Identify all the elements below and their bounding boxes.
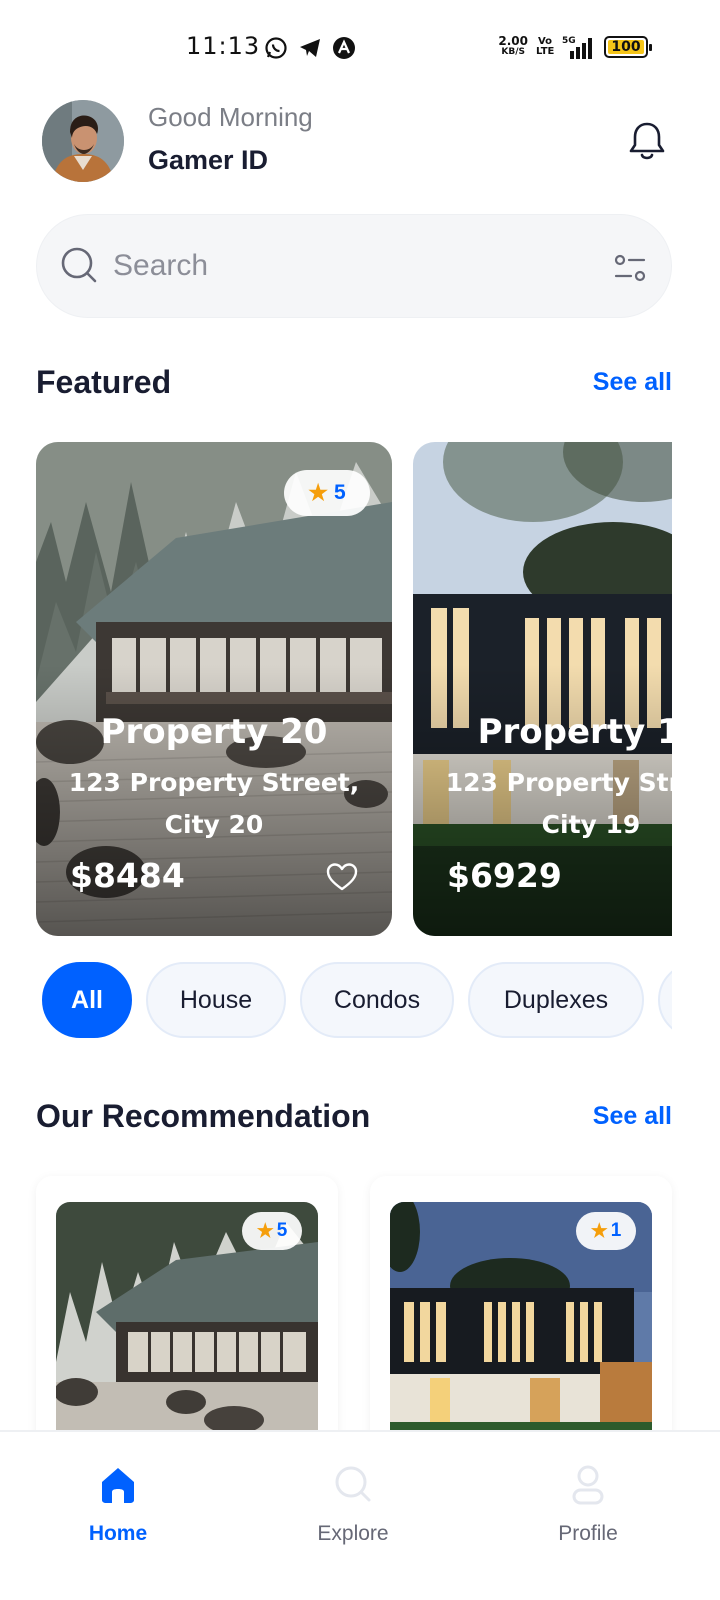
- property-price: $6929: [447, 856, 562, 895]
- property-address: 123 Property Street, City 20: [68, 768, 360, 839]
- home-icon: [102, 1468, 134, 1503]
- status-bar: 11:13 2.00 KB/S Vo LTE 5G 100: [0, 0, 720, 90]
- volte-indicator: Vo LTE: [536, 36, 555, 57]
- category-chip-house[interactable]: House: [146, 962, 286, 1038]
- filter-icon[interactable]: [613, 251, 647, 285]
- rating-value: 5: [276, 1220, 288, 1241]
- battery-icon: 100: [604, 36, 652, 58]
- recommendation-title: Our Recommendation: [36, 1098, 371, 1134]
- star-icon: ★: [256, 1220, 274, 1242]
- username: Gamer ID: [148, 145, 269, 175]
- featured-title: Featured: [36, 364, 172, 400]
- property-address: 123 Property Street, City 19: [445, 768, 672, 839]
- property-price: $8484: [70, 856, 185, 895]
- avatar-image: [42, 100, 124, 182]
- star-icon: ★: [590, 1220, 608, 1242]
- category-filter: All House Condos Duplexes: [42, 962, 672, 1038]
- search-icon: [61, 247, 97, 283]
- star-icon: ★: [308, 480, 329, 505]
- search-bar[interactable]: [36, 214, 672, 318]
- featured-card[interactable]: ★ 5 Property 20 123 Property Street, Cit…: [36, 442, 392, 936]
- category-chip-more[interactable]: [658, 962, 672, 1038]
- category-chip-duplexes[interactable]: Duplexes: [468, 962, 644, 1038]
- rating-badge: ★ 5: [242, 1212, 302, 1250]
- app-notification-icon: [333, 37, 355, 59]
- featured-see-all-link[interactable]: See all: [593, 368, 672, 397]
- property-name: Property 20: [100, 712, 328, 752]
- nav-explore[interactable]: Explore: [283, 1462, 423, 1546]
- search-icon: [335, 1466, 371, 1502]
- avatar[interactable]: [42, 100, 124, 182]
- rating-badge: ★ 1: [576, 1212, 636, 1250]
- recommendation-see-all-link[interactable]: See all: [593, 1102, 672, 1131]
- network-speed: 2.00 KB/S: [498, 34, 528, 57]
- nav-label: Profile: [558, 1522, 618, 1545]
- nav-label: Home: [88, 1522, 148, 1545]
- telegram-icon: [300, 39, 320, 57]
- rating-value: 5: [334, 481, 346, 504]
- status-time: 11:13: [186, 32, 261, 60]
- greeting-text: Good Morning: [148, 102, 313, 132]
- person-icon: [572, 1465, 604, 1505]
- whatsapp-icon: [265, 37, 287, 59]
- signal-icon: 5G: [562, 36, 592, 59]
- category-chip-all[interactable]: All: [42, 962, 132, 1038]
- rating-value: 1: [610, 1220, 622, 1241]
- heart-icon[interactable]: [326, 862, 358, 892]
- search-input[interactable]: [113, 243, 583, 289]
- nav-profile[interactable]: Profile: [518, 1462, 658, 1546]
- featured-carousel[interactable]: ★ 5 Property 20 123 Property Street, Cit…: [36, 442, 672, 936]
- battery-level: 100: [611, 39, 641, 55]
- nav-home[interactable]: Home: [48, 1462, 188, 1546]
- bell-icon[interactable]: [628, 120, 666, 162]
- property-name: Property 19: [477, 712, 672, 752]
- status-right: 2.00 KB/S Vo LTE 5G 100: [498, 32, 652, 62]
- network-type: 5G: [562, 36, 576, 46]
- nav-label: Explore: [317, 1522, 389, 1545]
- category-chip-condos[interactable]: Condos: [300, 962, 454, 1038]
- bottom-navigation: Home Explore Profile: [0, 1430, 720, 1600]
- rating-badge: ★ 5: [284, 470, 370, 516]
- featured-card[interactable]: Property 19 123 Property Street, City 19…: [413, 442, 672, 936]
